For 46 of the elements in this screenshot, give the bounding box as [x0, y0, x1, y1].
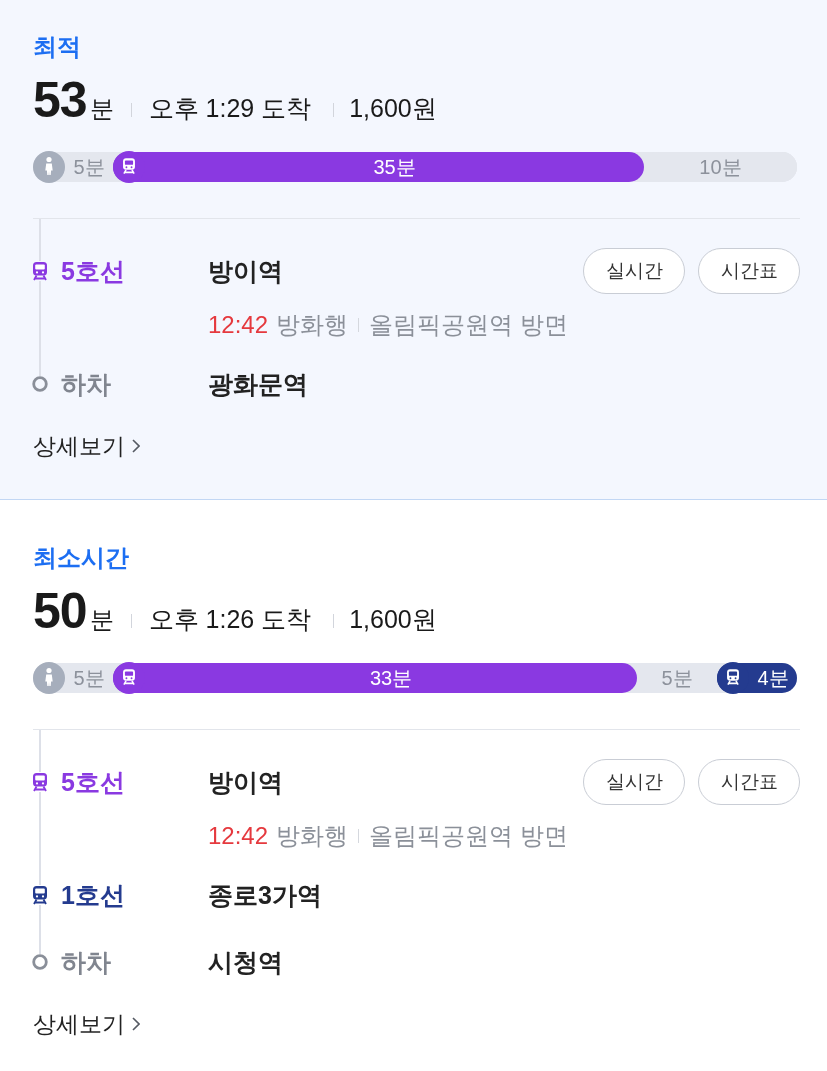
duration-value: 50	[33, 586, 87, 636]
route-type-label: 최적	[33, 35, 81, 59]
alight-label: 하차	[61, 947, 111, 977]
segment-duration: 5분	[73, 156, 105, 178]
segment-duration: 4분	[757, 667, 789, 689]
route-type-label: 최소시간	[33, 546, 129, 570]
action-button[interactable]: 시간표	[698, 248, 800, 294]
chevron-right-icon	[132, 1017, 140, 1031]
departure-time: 12:42	[208, 821, 269, 851]
segment-duration: 5분	[661, 667, 693, 689]
arrival-time: 오후 1:26 도착	[148, 604, 312, 635]
details-link[interactable]: 상세보기	[33, 1012, 140, 1036]
segment-duration: 5분	[73, 667, 105, 689]
train-headsign: 방화행	[276, 821, 349, 851]
train-direction: 올림픽공원역 방면	[369, 310, 568, 340]
station-name: 시청역	[208, 947, 283, 977]
departure-time: 12:42	[208, 310, 269, 340]
ring-icon	[32, 954, 48, 970]
line-name: 5호선	[61, 256, 125, 286]
details-link[interactable]: 상세보기	[33, 434, 140, 458]
duration-value: 53	[33, 75, 87, 125]
person-icon	[33, 151, 65, 183]
duration-unit: 분	[89, 605, 114, 635]
chevron-right-icon	[132, 439, 140, 453]
line-name: 5호선	[61, 767, 125, 797]
train-direction: 올림픽공원역 방면	[369, 821, 568, 851]
station-name: 방이역	[208, 256, 283, 286]
action-button[interactable]: 실시간	[583, 759, 685, 805]
segment-duration: 33분	[369, 667, 413, 689]
fare: 1,600원	[349, 93, 437, 124]
line-name: 1호선	[61, 880, 125, 910]
station-name: 종로3가역	[208, 880, 322, 910]
arrival-time: 오후 1:29 도착	[148, 93, 312, 124]
station-name: 광화문역	[208, 369, 308, 399]
alight-label: 하차	[61, 369, 111, 399]
ring-icon	[32, 376, 48, 392]
person-icon	[33, 662, 65, 694]
duration-unit: 분	[89, 94, 114, 124]
train-headsign: 방화행	[276, 310, 349, 340]
route-card[interactable]: 최적 53 분 오후 1:29 도착 1,600원 5분 35분 10분 5호선 방이역 실시간 시간표 12:42 방화행 올림픽공원역 방면 하차 광화문역 상세보기	[0, 0, 827, 500]
fare: 1,600원	[349, 604, 437, 635]
station-name: 방이역	[208, 767, 283, 797]
action-button[interactable]: 시간표	[698, 759, 800, 805]
segment-duration: 10분	[699, 156, 742, 178]
segment-duration: 35분	[373, 156, 416, 178]
action-button[interactable]: 실시간	[583, 248, 685, 294]
